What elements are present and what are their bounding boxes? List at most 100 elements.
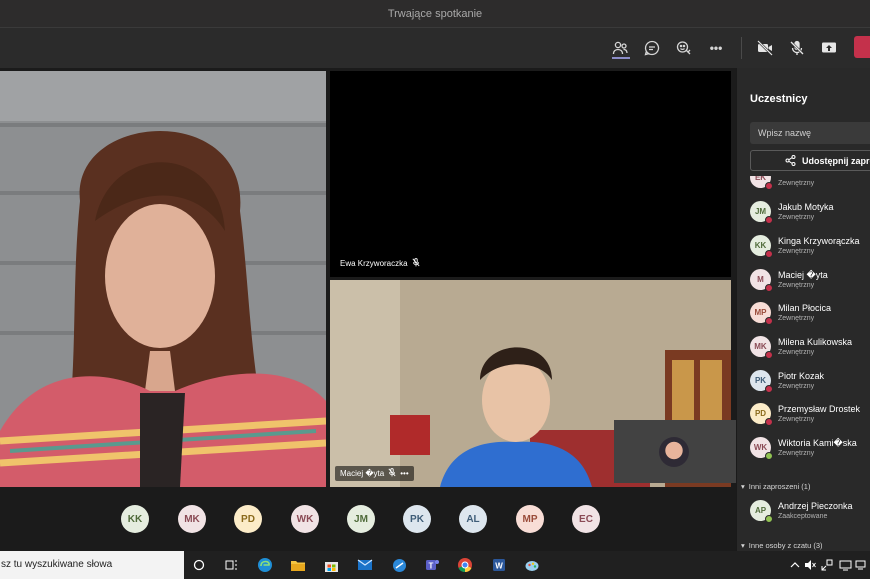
toolbar-divider — [741, 37, 742, 59]
list-item[interactable]: MP Milan Płocica Zewnętrzny — [737, 299, 870, 333]
svg-text:W: W — [495, 562, 503, 571]
app-icon[interactable] — [390, 556, 408, 574]
mic-muted-icon — [412, 258, 420, 269]
word-icon[interactable]: W — [490, 556, 508, 574]
list-item[interactable]: EK Zewnętrzny — [737, 176, 870, 198]
status-badge — [765, 418, 773, 426]
status-badge — [765, 351, 773, 359]
list-item[interactable]: MK Milena Kulikowska Zewnętrzny — [737, 333, 870, 367]
mail-icon[interactable] — [356, 556, 374, 574]
window-title: Trwające spotkanie — [387, 8, 483, 20]
share-icon — [785, 155, 796, 166]
chevron-up-icon[interactable] — [788, 556, 802, 574]
search-input[interactable]: Wpisz nazwę — [750, 122, 870, 144]
avatar[interactable]: EC — [572, 505, 600, 533]
tile-name-label: Maciej �yta ••• — [335, 466, 414, 481]
participant-name: Kinga Krzyworączka — [778, 236, 860, 246]
list-item[interactable]: WK Wiktoria Kami�ska Zewnętrzny — [737, 434, 870, 468]
mic-muted-icon — [388, 468, 396, 479]
status-badge — [765, 216, 773, 224]
status-badge — [765, 317, 773, 325]
speaker-icon[interactable] — [803, 556, 817, 574]
status-badge — [765, 385, 773, 393]
invited-section-label: Inni zaproszeni (1) — [748, 482, 811, 491]
participant-name: Milena Kulikowska — [778, 337, 853, 347]
participant-avatar-strip: KK MK PD WK JM PK AL MP EC — [0, 487, 610, 551]
meeting-toolbar: ••• — [0, 28, 870, 68]
network-icon[interactable] — [854, 556, 868, 574]
paint-icon[interactable] — [523, 556, 541, 574]
avatar[interactable]: WK — [291, 505, 319, 533]
avatar[interactable]: PK — [403, 505, 431, 533]
title-bar: Trwające spotkanie — [0, 0, 870, 28]
participant-role: Zewnętrzny — [778, 349, 815, 356]
list-item[interactable]: PK Piotr Kozak Zewnętrzny — [737, 367, 870, 401]
participant-name: Andrzej Pieczonka — [778, 501, 853, 511]
status-badge — [765, 182, 773, 190]
participant-name: Przemysław Drostek — [778, 404, 861, 414]
participant-role: Zewnętrzny — [778, 248, 815, 255]
svg-text:T: T — [429, 562, 434, 571]
chevron-down-icon: ▾ — [741, 482, 745, 491]
status-badge — [765, 284, 773, 292]
list-item[interactable]: KK Kinga Krzyworączka Zewnętrzny — [737, 232, 870, 266]
participant-role: Zewnętrzny — [778, 315, 815, 322]
reactions-icon[interactable] — [672, 36, 696, 60]
participant-name: Piotr Kozak — [778, 371, 825, 381]
participant-name: Jakub Motyka — [778, 202, 834, 212]
edge-icon[interactable] — [256, 556, 274, 574]
ewa-video-frame — [0, 71, 326, 487]
share-invite-label: Udostępnij zapro — [802, 155, 870, 166]
share-invite-button[interactable]: Udostępnij zapro — [750, 150, 870, 171]
participant-list: EK Zewnętrzny JM Jakub Motyka Zewnętrzny… — [737, 176, 870, 551]
participant-role: Zewnętrzny — [778, 180, 815, 187]
camera-off-icon[interactable] — [753, 36, 777, 60]
list-item[interactable]: M Maciej �yta Zewnętrzny — [737, 266, 870, 300]
task-view-icon[interactable] — [222, 556, 240, 574]
chrome-icon[interactable] — [456, 556, 474, 574]
mic-off-icon[interactable] — [785, 36, 809, 60]
avatar[interactable]: KK — [121, 505, 149, 533]
participant-name: Wiktoria Kami�ska — [778, 438, 857, 448]
display-icon[interactable] — [838, 556, 852, 574]
status-badge — [765, 515, 773, 523]
tile-more-icon[interactable]: ••• — [400, 469, 408, 478]
status-badge — [765, 452, 773, 460]
avatar[interactable]: MK — [178, 505, 206, 533]
participant-role: Zewnętrzny — [778, 450, 815, 457]
more-icon[interactable]: ••• — [704, 36, 728, 60]
participant-role: Zewnętrzny — [778, 383, 815, 390]
chat-section-header[interactable]: ▾ Inne osoby z czatu (3) — [741, 541, 823, 550]
chat-icon[interactable] — [640, 36, 664, 60]
list-item[interactable]: AP Andrzej Pieczonka Zaakceptowane — [737, 497, 870, 531]
share-screen-icon[interactable] — [817, 36, 841, 60]
store-icon[interactable] — [322, 556, 340, 574]
avatar[interactable]: PD — [234, 505, 262, 533]
cortana-icon[interactable] — [190, 556, 208, 574]
taskbar-search-input[interactable]: sz tu wyszukiwane słowa — [0, 551, 184, 579]
self-view-avatar — [659, 437, 689, 467]
invited-section-header[interactable]: ▾ Inni zaproszeni (1) — [741, 482, 810, 491]
leave-button[interactable] — [854, 36, 870, 58]
participant-role: Zewnętrzny — [778, 282, 815, 289]
notification-icon[interactable] — [820, 556, 834, 574]
list-item[interactable]: JM Jakub Motyka Zewnętrzny — [737, 198, 870, 232]
avatar[interactable]: JM — [347, 505, 375, 533]
participant-role: Zaakceptowane — [778, 513, 828, 520]
tile-name-label: Ewa Krzyworaczka — [335, 256, 425, 271]
participant-role: Zewnętrzny — [778, 214, 815, 221]
teams-icon[interactable]: T — [423, 556, 441, 574]
avatar[interactable]: MP — [516, 505, 544, 533]
chat-section-label: Inne osoby z czatu (3) — [748, 541, 823, 550]
avatar[interactable]: AL — [459, 505, 487, 533]
taskbar: sz tu wyszukiwane słowa T W — [0, 551, 870, 579]
file-explorer-icon[interactable] — [289, 556, 307, 574]
video-tile-ewa — [0, 71, 326, 487]
participant-name: Milan Płocica — [778, 303, 832, 313]
active-tab-indicator — [612, 57, 630, 59]
self-view[interactable] — [614, 420, 736, 483]
participant-role: Zewnętrzny — [778, 416, 815, 423]
video-tile-ewa-krzyworaczka: Ewa Krzyworaczka — [330, 71, 731, 277]
list-item[interactable]: PD Przemysław Drostek Zewnętrzny — [737, 400, 870, 434]
chevron-down-icon: ▾ — [741, 541, 745, 550]
